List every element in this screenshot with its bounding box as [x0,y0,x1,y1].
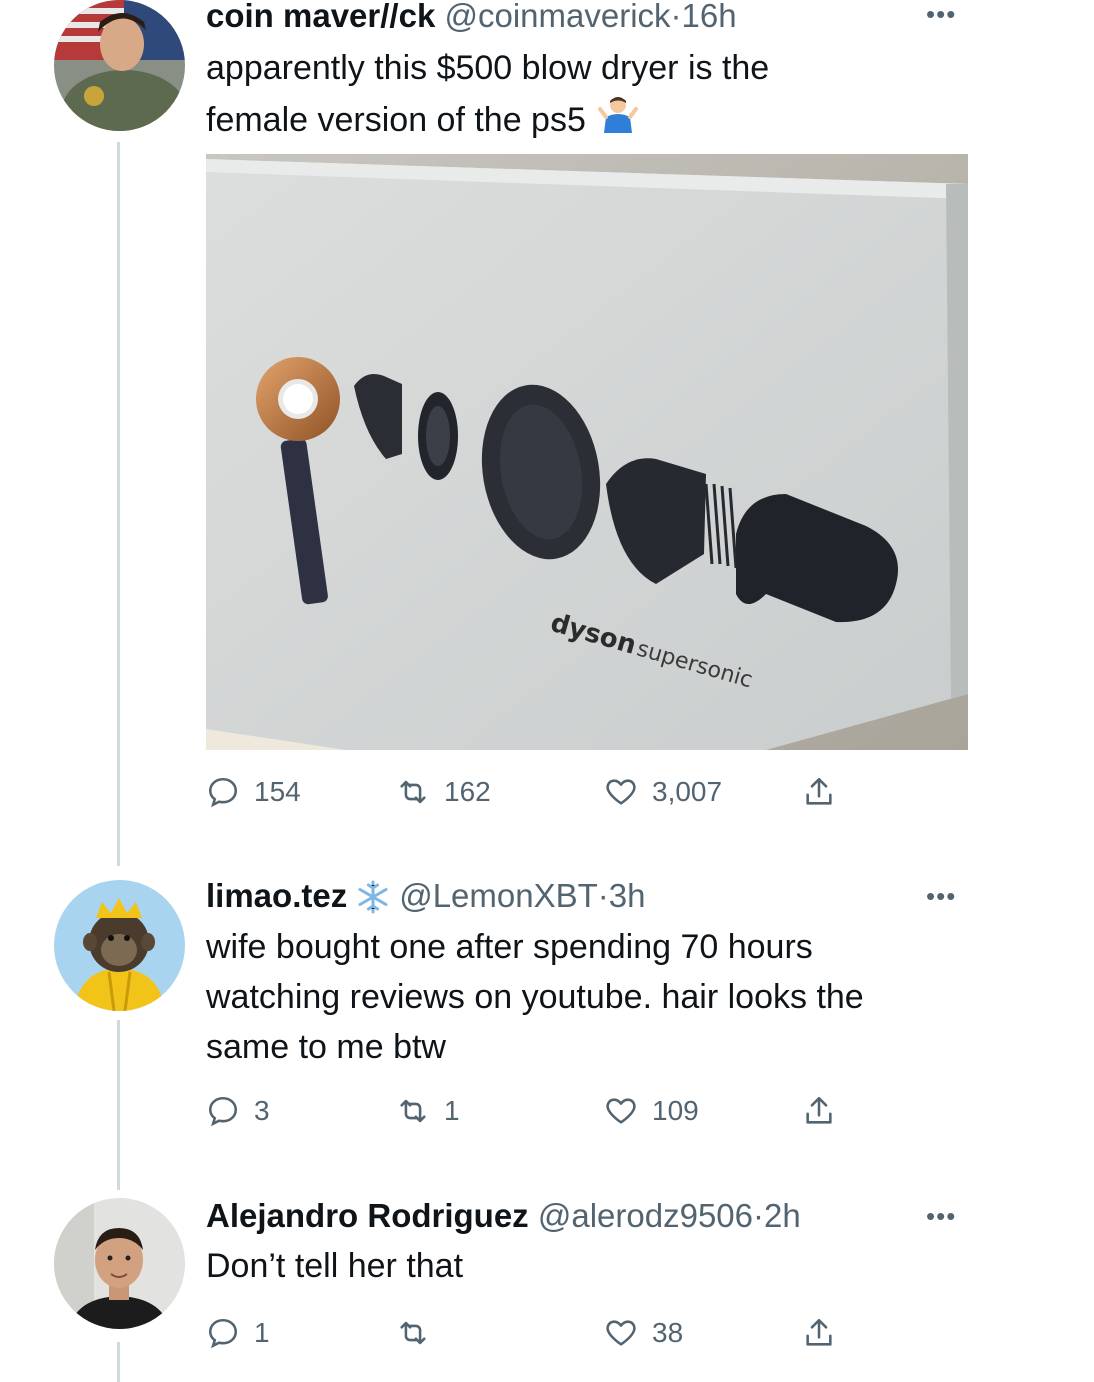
person-shrugging-emoji [597,93,638,147]
like-button[interactable]: 3,007 [604,770,722,814]
snowflake-icon [358,880,388,914]
reply-button[interactable]: 1 [206,1311,270,1355]
like-count: 109 [652,1095,699,1126]
share-icon [806,1318,832,1346]
display-name[interactable]: coin maver//ck [206,0,435,34]
tweet-text-line: same to me btw [206,1028,446,1066]
tweet-media-photo[interactable]: dyson supersonic [206,154,968,750]
separator-dot: · [597,877,609,914]
share-button[interactable] [802,770,836,814]
display-name[interactable]: limao.tez [206,877,347,914]
timestamp[interactable]: 2h [764,1197,801,1234]
separator-dot: · [753,1197,765,1234]
tweet-text-line: Don’t tell her that [206,1247,464,1285]
share-button[interactable] [802,1089,836,1133]
like-count: 3,007 [652,776,723,807]
display-name[interactable]: Alejandro Rodriguez [206,1197,529,1234]
retweet-icon [400,1321,426,1345]
share-button[interactable] [802,1311,836,1355]
more-horizontal-icon[interactable]: ••• [926,1203,956,1229]
avatar[interactable] [54,0,185,131]
tweet-header: limao.tez @LemonXBT·3h [206,876,646,916]
more-horizontal-icon[interactable]: ••• [926,883,956,909]
timestamp[interactable]: 16h [682,0,737,34]
user-handle[interactable]: @LemonXBT [399,877,598,914]
thread-line [117,1342,120,1382]
tweet-text-line: watching reviews on youtube. hair looks … [206,978,864,1016]
avatar[interactable] [54,880,185,1011]
reply-button[interactable]: 154 [206,770,301,814]
tweet-text: wife bought one after spending 70 hours … [206,922,864,1072]
avatar[interactable] [54,1198,185,1329]
heart-icon [606,1320,636,1346]
retweet-icon [400,780,426,804]
retweet-count: 1 [444,1095,460,1126]
separator-dot: · [670,0,682,34]
share-icon [806,1096,832,1124]
tweet-text: Don’t tell her that [206,1241,463,1291]
tweet-actions: 3 1 109 [206,1089,856,1133]
retweet-count: 162 [444,776,491,807]
retweet-button[interactable]: 1 [396,1089,460,1133]
reply-button[interactable]: 3 [206,1089,270,1133]
tweet-text-segment: female version of the ps5 [206,101,586,139]
like-count: 38 [652,1317,684,1348]
reply-icon [208,777,238,808]
share-icon [806,777,832,805]
tweet-text-line: female version of the ps5 [206,93,769,147]
tweet-actions: 1 38 [206,1311,856,1355]
like-button[interactable]: 38 [604,1311,683,1355]
timestamp[interactable]: 3h [609,877,646,914]
tweet-actions: 154 162 3,007 [206,770,856,814]
thread-line [117,1020,120,1190]
user-handle[interactable]: @alerodz9506 [538,1197,753,1234]
heart-icon [606,779,636,805]
thread-line [117,142,120,866]
tweet-text: apparently this $500 blow dryer is the f… [206,43,769,147]
like-button[interactable]: 109 [604,1089,699,1133]
reply-icon [208,1318,238,1349]
reply-count: 3 [254,1095,270,1126]
more-horizontal-icon[interactable]: ••• [926,1,956,27]
reply-count: 1 [254,1317,270,1348]
user-handle[interactable]: @coinmaverick [444,0,670,34]
tweet-text-line: apparently this $500 blow dryer is the [206,49,770,87]
retweet-icon [400,1099,426,1123]
tweet-header: Alejandro Rodriguez @alerodz9506·2h [206,1196,801,1236]
reply-count: 154 [254,776,301,807]
tweet-header: coin maver//ck @coinmaverick·16h [206,0,737,36]
reply-icon [208,1096,238,1127]
tweet-text-line: wife bought one after spending 70 hours [206,928,813,966]
heart-icon [606,1098,636,1124]
retweet-button[interactable] [396,1311,444,1355]
retweet-button[interactable]: 162 [396,770,491,814]
